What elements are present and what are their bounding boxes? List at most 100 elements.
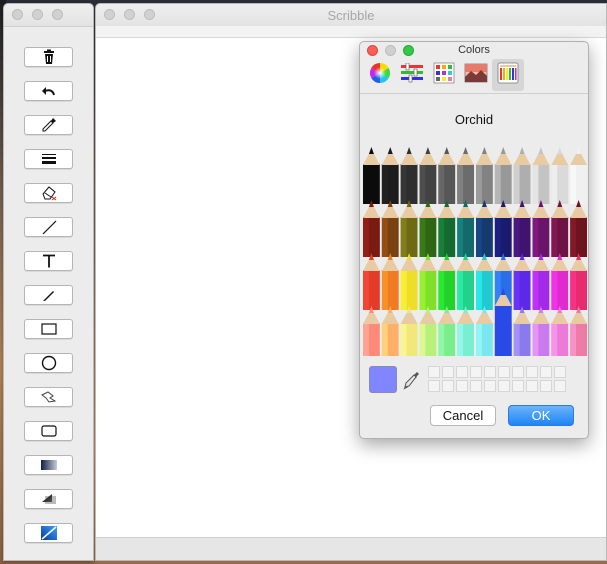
- pencil-swatch[interactable]: [438, 147, 456, 204]
- tab-color-palettes[interactable]: [428, 59, 460, 91]
- custom-swatch-cell[interactable]: [456, 366, 468, 378]
- pencil-swatch[interactable]: [457, 147, 474, 204]
- pencil-swatch[interactable]: [419, 200, 437, 257]
- window-toolbar: [96, 26, 606, 38]
- pencil-swatch[interactable]: [363, 147, 380, 204]
- line-width-tool-button[interactable]: [24, 149, 73, 169]
- pencil-swatch[interactable]: [400, 200, 418, 257]
- pencil-swatch[interactable]: [532, 306, 550, 356]
- pencil-swatch[interactable]: [476, 306, 493, 356]
- scribble-titlebar[interactable]: Scribble: [96, 4, 606, 27]
- oval-tool-button[interactable]: [24, 353, 73, 373]
- custom-swatch-cell[interactable]: [554, 380, 566, 392]
- tab-color-wheel[interactable]: [364, 59, 396, 91]
- pencil-swatch[interactable]: [551, 253, 569, 310]
- pencil-swatch[interactable]: [438, 200, 456, 257]
- line-tool-button[interactable]: [24, 217, 73, 237]
- rectangle-tool-button[interactable]: [24, 319, 73, 339]
- rounded-rect-tool-button[interactable]: [24, 421, 73, 441]
- pencil-swatch[interactable]: [381, 147, 399, 204]
- custom-swatch-cell[interactable]: [484, 380, 496, 392]
- tab-image-palettes[interactable]: [460, 59, 492, 91]
- pencil-swatch[interactable]: [570, 147, 587, 204]
- pencil-swatch[interactable]: [363, 200, 380, 257]
- custom-swatch-cell[interactable]: [470, 366, 482, 378]
- pencil-swatch[interactable]: [438, 253, 456, 310]
- tab-pencils[interactable]: [492, 59, 524, 91]
- pencil-swatch[interactable]: [476, 253, 493, 310]
- gradient-tool-button[interactable]: [24, 455, 73, 475]
- pencil-swatch[interactable]: [532, 147, 550, 204]
- fill-tool-button[interactable]: [24, 523, 73, 543]
- window-bottom-bar: [96, 537, 606, 560]
- trash-icon: [41, 49, 57, 65]
- tab-color-sliders[interactable]: [396, 59, 428, 91]
- pencil-swatch[interactable]: [457, 306, 474, 356]
- close-window-button[interactable]: [12, 9, 23, 20]
- pencil-swatch[interactable]: [457, 200, 474, 257]
- pencil-swatch[interactable]: [551, 306, 569, 356]
- custom-swatch-cell[interactable]: [526, 366, 538, 378]
- delete-tool-button[interactable]: [24, 47, 73, 67]
- custom-swatch-cell[interactable]: [540, 380, 552, 392]
- custom-swatch-cell[interactable]: [526, 380, 538, 392]
- magnifier-eyedropper-button[interactable]: [403, 370, 421, 390]
- freeform-tool-button[interactable]: [24, 387, 73, 407]
- pencil-swatch[interactable]: [570, 253, 587, 310]
- pencil-swatch[interactable]: [363, 306, 380, 356]
- pencil-swatch[interactable]: [551, 200, 569, 257]
- pencil-swatch[interactable]: [494, 200, 512, 257]
- pencil-swatch[interactable]: [419, 147, 437, 204]
- cancel-button[interactable]: Cancel: [430, 405, 496, 426]
- minimize-window-button[interactable]: [32, 9, 43, 20]
- pencil-swatch[interactable]: [570, 200, 587, 257]
- colors-panel-titlebar[interactable]: Colors: [360, 42, 588, 60]
- zoom-window-button[interactable]: [52, 9, 63, 20]
- pencil-swatch[interactable]: [494, 147, 512, 204]
- pencil-swatch[interactable]: [513, 147, 531, 204]
- pencil-swatch[interactable]: [381, 306, 399, 356]
- eraser-tool-button[interactable]: [24, 183, 73, 203]
- pencil-swatch[interactable]: [513, 253, 531, 310]
- eyedropper-tool-button[interactable]: [24, 115, 73, 135]
- pencil-swatch[interactable]: [400, 147, 418, 204]
- current-color-well[interactable]: [369, 366, 397, 393]
- pencil-swatch[interactable]: [532, 253, 550, 310]
- pencil-swatch[interactable]: [419, 306, 437, 356]
- custom-swatch-cell[interactable]: [498, 380, 510, 392]
- pencil-swatch[interactable]: [476, 200, 493, 257]
- pencil-swatch[interactable]: [513, 306, 531, 356]
- pencil-swatch[interactable]: [457, 253, 474, 310]
- pencil-swatch[interactable]: [381, 253, 399, 310]
- pencil-swatch[interactable]: [570, 306, 587, 356]
- tool-palette-titlebar[interactable]: [4, 4, 93, 27]
- custom-swatch-cell[interactable]: [428, 380, 440, 392]
- custom-swatch-cell[interactable]: [498, 366, 510, 378]
- pencil-tool-button[interactable]: [24, 285, 73, 305]
- pencil-swatch[interactable]: [551, 147, 569, 204]
- custom-swatch-cell[interactable]: [554, 366, 566, 378]
- text-tool-button[interactable]: [24, 251, 73, 271]
- custom-swatch-cell[interactable]: [442, 366, 454, 378]
- custom-swatch-cell[interactable]: [470, 380, 482, 392]
- custom-swatch-cell[interactable]: [512, 366, 524, 378]
- pencil-swatch[interactable]: [513, 200, 531, 257]
- custom-swatch-cell[interactable]: [512, 380, 524, 392]
- undo-tool-button[interactable]: [24, 81, 73, 101]
- ok-button[interactable]: OK: [508, 405, 574, 426]
- pencil-swatch[interactable]: [381, 200, 399, 257]
- custom-swatch-cell[interactable]: [540, 366, 552, 378]
- eraser-icon: [40, 185, 58, 201]
- custom-swatch-cell[interactable]: [428, 366, 440, 378]
- custom-swatch-cell[interactable]: [456, 380, 468, 392]
- custom-swatch-cell[interactable]: [484, 366, 496, 378]
- pencil-swatch[interactable]: [476, 147, 493, 204]
- pencil-swatch[interactable]: [419, 253, 437, 310]
- custom-swatch-cell[interactable]: [442, 380, 454, 392]
- pencil-swatch[interactable]: [363, 253, 380, 310]
- shadow-tool-button[interactable]: [24, 489, 73, 509]
- pencil-swatch[interactable]: [400, 306, 418, 356]
- pencil-swatch[interactable]: [438, 306, 456, 356]
- pencil-swatch[interactable]: [532, 200, 550, 257]
- pencil-swatch[interactable]: [400, 253, 418, 310]
